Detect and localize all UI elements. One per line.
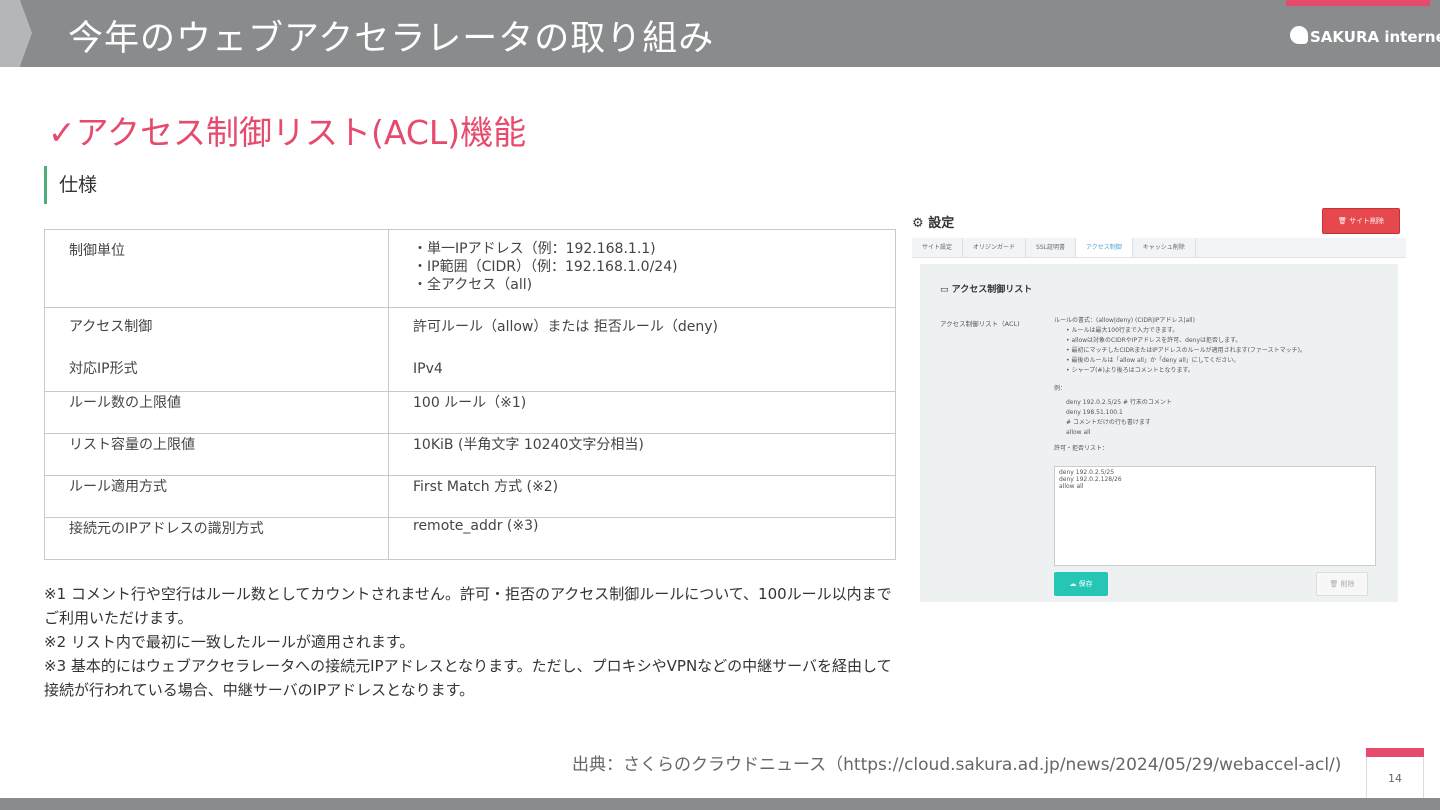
table-key: リスト容量の上限値 [44, 433, 389, 476]
settings-tabs: サイト設定 オリジンガード SSL証明書 アクセス制御 キャッシュ削除 [912, 238, 1406, 258]
footnotes: ※1 コメント行や空行はルール数としてカウントされません。許可・拒否のアクセス制… [44, 582, 894, 702]
table-value: First Match 方式 (※2) [388, 475, 896, 518]
table-value: 10KiB (半角文字 10240文字分相当) [388, 433, 896, 476]
help-bullet: • ルールは最大100行まで入力できます。 [1066, 327, 1179, 334]
help-bullet: • allowは対象のCIDRやIPアドレスを許可、denyは拒否します。 [1066, 337, 1242, 344]
spec-heading: 仕様 [44, 166, 97, 204]
table-value-line: 許可ルール（allow）または 拒否ルール（deny) [413, 319, 718, 335]
list-label: 許可・拒否リスト： [1054, 445, 1109, 452]
table-row: アクセス制御 対応IP形式 許可ルール（allow）または 拒否ルール（deny… [44, 307, 896, 392]
table-value: remote_addr (※3) [388, 517, 896, 560]
acl-field-label: アクセス制御リスト（ACL) [940, 320, 1020, 328]
table-key-line: 対応IP形式 [69, 361, 138, 377]
table-key: ルール数の上限値 [44, 391, 389, 434]
footnote-3: ※3 基本的にはウェブアクセラレータへの接続元IPアドレスとなります。ただし、プ… [44, 657, 892, 699]
acl-list-line: deny 192.0.2.128/26 [1059, 476, 1122, 483]
citation: 出典：さくらのクラウドニュース（https://cloud.sakura.ad.… [572, 755, 1342, 775]
tab-origin-guard[interactable]: オリジンガード [963, 238, 1027, 257]
table-value-line: ・全アクセス（all) [413, 277, 533, 293]
footer-band [0, 798, 1440, 810]
acl-list-line: allow all [1059, 483, 1084, 490]
table-key: 制御単位 [44, 229, 389, 308]
save-label: 保存 [1078, 580, 1093, 588]
table-key: アクセス制御 対応IP形式 [44, 307, 389, 392]
example-line: # コメントだけの行も書けます [1066, 419, 1151, 426]
table-value: 100 ルール（※1) [388, 391, 896, 434]
acl-heading-text: アクセス制御リスト [951, 285, 1033, 295]
acl-panel: ▭ アクセス制御リスト アクセス制御リスト（ACL) ルールの書式：(allow… [920, 264, 1398, 602]
save-button[interactable]: ☁ 保存 [1054, 572, 1108, 596]
footnote-1: ※1 コメント行や空行はルール数としてカウントされません。許可・拒否のアクセス制… [44, 585, 892, 627]
table-row: ルール適用方式 First Match 方式 (※2) [44, 475, 896, 518]
table-row: 制御単位 ・単一IPアドレス（例：192.168.1.1) ・IP範囲（CIDR… [44, 229, 896, 308]
table-row: ルール数の上限値 100 ルール（※1) [44, 391, 896, 434]
footnote-2: ※2 リスト内で最初に一致したルールが適用されます。 [44, 633, 415, 651]
header-chevron [20, 0, 32, 66]
table-row: リスト容量の上限値 10KiB (半角文字 10240文字分相当) [44, 433, 896, 476]
help-bullet: • 最後のルールは「allow all」か「deny all」にしてください。 [1066, 357, 1240, 364]
acl-list-line: deny 192.0.2.5/25 [1059, 469, 1115, 476]
table-row: 接続元のIPアドレスの識別方式 remote_addr (※3) [44, 517, 896, 560]
table-value-line: ・IP範囲（CIDR）（例：192.168.1.0/24) [413, 259, 678, 275]
sakura-logo: SAKURA internet [1290, 22, 1440, 52]
table-key: ルール適用方式 [44, 475, 389, 518]
page-number: 14 [1388, 772, 1402, 785]
table-key-line: アクセス制御 [69, 319, 153, 335]
gear-icon: ⚙ [912, 216, 924, 231]
spec-table: 制御単位 ・単一IPアドレス（例：192.168.1.1) ・IP範囲（CIDR… [44, 229, 896, 560]
example-line: allow all [1066, 429, 1091, 436]
table-value-line: ・単一IPアドレス（例：192.168.1.1) [413, 241, 656, 257]
trash-icon: 🗑 [1329, 580, 1339, 588]
logo-text: SAKURA internet [1310, 28, 1440, 46]
delete-site-label: サイト削除 [1349, 217, 1385, 225]
tab-cache-purge[interactable]: キャッシュ削除 [1133, 238, 1196, 257]
help-bullet: • シャープ(#)より後ろはコメントとなります。 [1066, 367, 1194, 374]
table-value-line: IPv4 [413, 361, 443, 377]
delete-button[interactable]: 🗑 削除 [1316, 572, 1368, 596]
table-value: 許可ルール（allow）または 拒否ルール（deny) IPv4 [388, 307, 896, 392]
settings-title: ⚙ 設定 [912, 212, 954, 231]
example-line: deny 198.51.100.1 [1066, 409, 1123, 416]
tab-ssl-certificate[interactable]: SSL証明書 [1026, 238, 1076, 257]
tab-access-control[interactable]: アクセス制御 [1076, 238, 1133, 257]
rule-format: ルールの書式：(allow|deny) (CIDR|IPアドレス|all) [1054, 317, 1195, 324]
section-title: ✓アクセス制御リスト(ACL)機能 [48, 113, 527, 152]
delete-label: 削除 [1340, 580, 1355, 588]
example-label: 例： [1054, 385, 1067, 392]
tab-site-settings[interactable]: サイト設定 [912, 238, 964, 257]
acl-help-text: ルールの書式：(allow|deny) (CIDR|IPアドレス|all) • … [1054, 316, 1384, 454]
header-stripe [0, 0, 20, 67]
help-bullet: • 最初にマッチしたCIDRまたはIPアドレスのルールが適用されます(ファースト… [1066, 347, 1306, 354]
trash-icon: 🗑 [1337, 217, 1347, 225]
window-icon: ▭ [940, 285, 949, 295]
page-number-accent [1366, 748, 1424, 757]
slide-title: 今年のウェブアクセラレータの取り組み [68, 19, 715, 59]
logo-accent-bar [1286, 0, 1430, 6]
table-value: ・単一IPアドレス（例：192.168.1.1) ・IP範囲（CIDR）（例：1… [388, 229, 896, 308]
table-key: 接続元のIPアドレスの識別方式 [44, 517, 389, 560]
settings-screenshot: ⚙ 設定 🗑 サイト削除 サイト設定 オリジンガード SSL証明書 アクセス制御… [910, 204, 1410, 604]
acl-list-textarea[interactable]: deny 192.0.2.5/25 deny 192.0.2.128/26 al… [1054, 466, 1376, 566]
delete-site-button[interactable]: 🗑 サイト削除 [1322, 208, 1400, 234]
cloud-upload-icon: ☁ [1069, 580, 1077, 588]
acl-heading: ▭ アクセス制御リスト [940, 282, 1032, 295]
settings-title-text: 設定 [928, 216, 955, 231]
sakura-logo-icon [1290, 26, 1308, 44]
example-line: deny 192.0.2.5/25 # 行末のコメント [1066, 399, 1172, 406]
